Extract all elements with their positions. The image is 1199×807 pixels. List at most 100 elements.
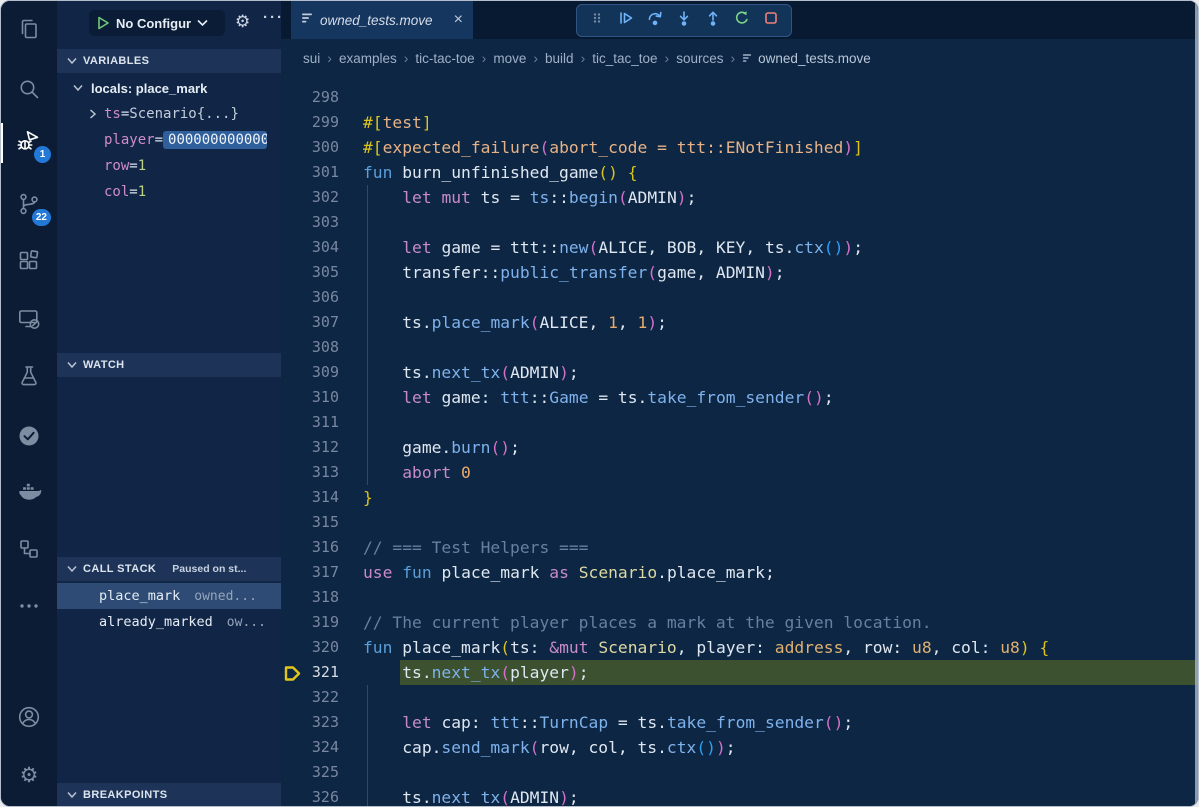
line-number[interactable]: 302 xyxy=(281,185,339,210)
line-number[interactable]: 326 xyxy=(281,785,339,807)
breadcrumb-item[interactable]: move xyxy=(493,51,526,66)
code-line-326[interactable]: 326 ts.next_tx(ADMIN); xyxy=(281,785,1199,807)
code-line-315[interactable]: 315 xyxy=(281,510,1199,535)
line-number[interactable]: 316 xyxy=(281,535,339,560)
code-line-307[interactable]: 307 ts.place_mark(ALICE, 1, 1); xyxy=(281,310,1199,335)
line-number[interactable]: 310 xyxy=(281,385,339,410)
line-number[interactable]: 314 xyxy=(281,485,339,510)
line-number[interactable]: 320 xyxy=(281,635,339,660)
line-number[interactable]: 323 xyxy=(281,710,339,735)
variable-row-ts[interactable]: ts = Scenario{...} xyxy=(57,101,281,127)
debug-continue-button[interactable] xyxy=(615,10,637,32)
line-number[interactable]: 322 xyxy=(281,685,339,710)
activity-bar-item-hierarchy[interactable] xyxy=(1,527,57,575)
activity-bar-item-accounts[interactable] xyxy=(1,695,57,743)
line-number[interactable]: 325 xyxy=(281,760,339,785)
activity-bar-item-run-debug[interactable]: 1 xyxy=(1,119,57,167)
code-line-300[interactable]: 300#[expected_failure(abort_code = ttt::… xyxy=(281,135,1199,160)
variables-scope-row[interactable]: locals: place_mark xyxy=(57,75,281,101)
line-number[interactable]: 317 xyxy=(281,560,339,585)
line-number[interactable]: 300 xyxy=(281,135,339,160)
activity-bar-item-remote-explorer[interactable] xyxy=(1,297,57,345)
call-stack-frame-already_marked[interactable]: already_markedow... xyxy=(57,609,281,635)
debug-step-over-button[interactable] xyxy=(644,10,666,32)
line-number[interactable]: 312 xyxy=(281,435,339,460)
breadcrumb-file[interactable]: owned_tests.move xyxy=(742,51,871,66)
line-number[interactable]: 318 xyxy=(281,585,339,610)
debug-step-out-button[interactable] xyxy=(702,10,724,32)
variable-row-col[interactable]: col = 1 xyxy=(57,179,281,205)
debug-drag-handle-button[interactable] xyxy=(586,10,608,32)
code-line-302[interactable]: 302 let mut ts = ts::begin(ADMIN); xyxy=(281,185,1199,210)
code-line-312[interactable]: 312 game.burn(); xyxy=(281,435,1199,460)
breadcrumb-item[interactable]: tic_tac_toe xyxy=(592,51,657,66)
variable-row-row[interactable]: row = 1 xyxy=(57,153,281,179)
code-line-301[interactable]: 301fun burn_unfinished_game() { xyxy=(281,160,1199,185)
activity-bar-item-checks[interactable] xyxy=(1,414,57,462)
debug-step-into-button[interactable] xyxy=(673,10,695,32)
line-number[interactable]: 305 xyxy=(281,260,339,285)
tab-owned-tests-move[interactable]: owned_tests.move × xyxy=(291,1,473,39)
line-number[interactable]: 304 xyxy=(281,235,339,260)
debug-settings-gear-icon[interactable]: ⚙ xyxy=(235,12,250,32)
line-number[interactable]: 301 xyxy=(281,160,339,185)
breadcrumb-item[interactable]: sui xyxy=(303,51,320,66)
debug-stop-button[interactable] xyxy=(760,10,782,32)
line-number[interactable]: 303 xyxy=(281,210,339,235)
code-line-299[interactable]: 299#[test] xyxy=(281,110,1199,135)
line-number[interactable]: 307 xyxy=(281,310,339,335)
line-number[interactable]: 306 xyxy=(281,285,339,310)
code-line-313[interactable]: 313 abort 0 xyxy=(281,460,1199,485)
code-line-317[interactable]: 317use fun place_mark as Scenario.place_… xyxy=(281,560,1199,585)
line-number[interactable]: 298 xyxy=(281,85,339,110)
line-number[interactable]: 311 xyxy=(281,410,339,435)
activity-bar-item-docker[interactable] xyxy=(1,469,57,517)
code-line-309[interactable]: 309 ts.next_tx(ADMIN); xyxy=(281,360,1199,385)
line-number[interactable]: 309 xyxy=(281,360,339,385)
code-line-303[interactable]: 303 xyxy=(281,210,1199,235)
code-line-324[interactable]: 324 cap.send_mark(row, col, ts.ctx()); xyxy=(281,735,1199,760)
code-line-305[interactable]: 305 transfer::public_transfer(game, ADMI… xyxy=(281,260,1199,285)
code-line-318[interactable]: 318 xyxy=(281,585,1199,610)
debug-configuration-dropdown[interactable]: No Configur xyxy=(89,10,225,36)
call-stack-section-header[interactable]: CALL STACK Paused on st... xyxy=(57,557,281,581)
variable-value[interactable]: 000000000000… xyxy=(163,131,267,149)
line-number[interactable]: 299 xyxy=(281,110,339,135)
line-number[interactable]: 315 xyxy=(281,510,339,535)
breadcrumb-item[interactable]: examples xyxy=(339,51,397,66)
close-tab-icon[interactable]: × xyxy=(454,12,463,28)
code-editor[interactable]: 298299#[test]300#[expected_failure(abort… xyxy=(281,77,1199,807)
debug-restart-button[interactable] xyxy=(731,10,753,32)
activity-bar-item-explorer[interactable] xyxy=(1,7,57,55)
activity-bar-item-more-views[interactable] xyxy=(1,584,57,632)
code-line-316[interactable]: 316// === Test Helpers === xyxy=(281,535,1199,560)
variable-row-player[interactable]: player = 000000000000… xyxy=(57,127,281,153)
code-line-304[interactable]: 304 let game = ttt::new(ALICE, BOB, KEY,… xyxy=(281,235,1199,260)
code-line-314[interactable]: 314} xyxy=(281,485,1199,510)
code-line-308[interactable]: 308 xyxy=(281,335,1199,360)
code-line-325[interactable]: 325 xyxy=(281,760,1199,785)
code-line-322[interactable]: 322 xyxy=(281,685,1199,710)
watch-section-header[interactable]: WATCH xyxy=(57,353,281,377)
breadcrumb-item[interactable]: tic-tac-toe xyxy=(415,51,474,66)
activity-bar-item-source-control[interactable]: 22 xyxy=(1,182,57,230)
code-line-320[interactable]: 320fun place_mark(ts: &mut Scenario, pla… xyxy=(281,635,1199,660)
code-line-323[interactable]: 323 let cap: ttt::TurnCap = ts.take_from… xyxy=(281,710,1199,735)
line-number[interactable]: 319 xyxy=(281,610,339,635)
breakpoints-section-header[interactable]: BREAKPOINTS xyxy=(57,783,281,807)
line-number[interactable]: 308 xyxy=(281,335,339,360)
breadcrumb-item[interactable]: build xyxy=(545,51,574,66)
activity-bar-item-extensions[interactable] xyxy=(1,239,57,287)
code-line-319[interactable]: 319// The current player places a mark a… xyxy=(281,610,1199,635)
activity-bar-item-search[interactable] xyxy=(1,67,57,115)
code-line-321[interactable]: 321 ts.next_tx(player); xyxy=(281,660,1199,685)
call-stack-frame-place_mark[interactable]: place_markowned... xyxy=(57,583,281,609)
line-number[interactable]: 324 xyxy=(281,735,339,760)
line-number[interactable]: 313 xyxy=(281,460,339,485)
code-line-310[interactable]: 310 let game: ttt::Game = ts.take_from_s… xyxy=(281,385,1199,410)
code-line-298[interactable]: 298 xyxy=(281,85,1199,110)
breadcrumb-item[interactable]: sources xyxy=(676,51,723,66)
activity-bar-item-testing[interactable] xyxy=(1,354,57,402)
variables-section-header[interactable]: VARIABLES xyxy=(57,49,281,73)
start-debug-icon[interactable] xyxy=(97,16,110,30)
